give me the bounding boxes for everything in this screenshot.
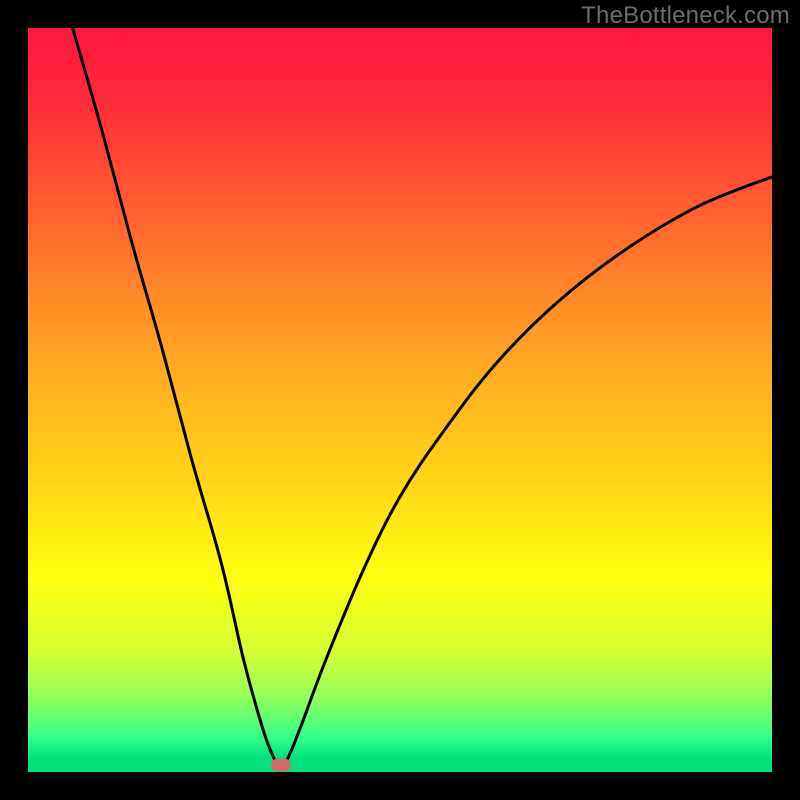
plot-area <box>28 28 772 772</box>
watermark-text: TheBottleneck.com <box>581 2 790 30</box>
bottleneck-curve <box>73 28 772 765</box>
curve-svg <box>28 28 772 772</box>
optimum-marker <box>271 758 291 771</box>
chart-frame: TheBottleneck.com <box>0 0 800 800</box>
